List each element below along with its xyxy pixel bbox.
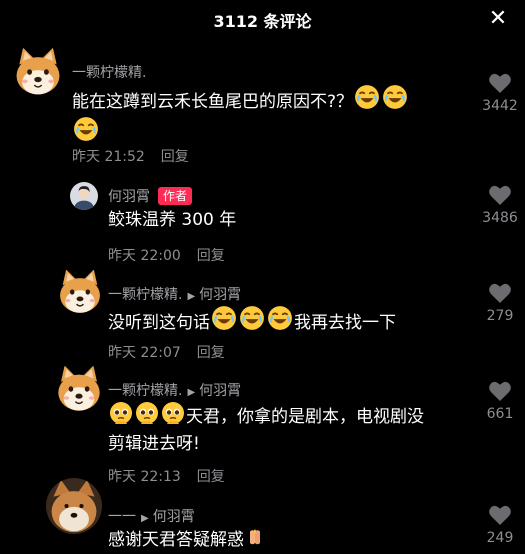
heart-icon [488, 282, 512, 304]
like-count: 3486 [482, 210, 518, 226]
laughing-tears-emoji-icon [354, 84, 380, 110]
like-count: 661 [486, 406, 514, 422]
comment-text: 能在这蹲到云禾长鱼尾巴的原因不?？ [72, 84, 472, 148]
heart-icon [488, 504, 512, 526]
reply-button[interactable]: 回复 [197, 345, 225, 361]
comment-time: 昨天 22:00 [108, 248, 181, 264]
like-count: 249 [486, 530, 514, 546]
comment-username[interactable]: 何羽霄 作者 [108, 186, 193, 206]
reply-button[interactable]: 回复 [197, 248, 225, 264]
comment-meta: 昨天 22:00 回复 [108, 245, 225, 265]
comment-username-text: 一颗柠檬精. [108, 383, 183, 399]
reply-button[interactable]: 回复 [197, 469, 225, 485]
like-button[interactable]: 3486 [475, 184, 525, 226]
comments-header: 3112 条评论 ✕ [0, 0, 525, 44]
bowing-emoji-icon [245, 528, 265, 548]
comment-time: 昨天 22:07 [108, 345, 181, 361]
comment-username-text: 何羽霄 [108, 189, 150, 205]
like-button[interactable]: 249 [475, 504, 525, 546]
heart-icon [488, 72, 512, 94]
comment-text: 感谢天君答疑解惑 [108, 527, 266, 554]
comment-time: 昨天 22:13 [108, 469, 181, 485]
author-badge: 作者 [158, 187, 193, 205]
shiba-dog-avatar[interactable] [10, 44, 66, 100]
comment-meta: 昨天 22:07 回复 [108, 342, 225, 362]
comment-text-content: 没听到这句话 [108, 313, 210, 333]
comment-text-content: 感谢天君答疑解惑 [108, 530, 244, 550]
comment-time: 昨天 21:52 [72, 149, 145, 165]
comment-text-content: 天君，你拿的是剧本，电视剧没 [186, 407, 424, 427]
like-count: 279 [486, 308, 514, 324]
comment-text: 鲛珠温养 300 年 [108, 210, 237, 230]
comment-meta: 昨天 21:52 回复 [72, 146, 189, 166]
comment-username-text: 一一 [108, 509, 136, 525]
reply-to-username[interactable]: 何羽霄 [199, 287, 241, 303]
reply-arrow-icon: ▶ [141, 513, 149, 524]
comment-username[interactable]: 一颗柠檬精. ▶ 何羽霄 [108, 284, 241, 304]
comment-text: 天君，你拿的是剧本，电视剧没剪辑进去呀! [108, 401, 478, 458]
comment-text-content: 剪辑进去呀! [108, 434, 200, 454]
comment-text-content: 能在这蹲到云禾长鱼尾巴的原因不?？ [72, 92, 354, 112]
comment-username[interactable]: 一颗柠檬精. [72, 62, 146, 82]
reply-to-username[interactable]: 何羽霄 [199, 383, 241, 399]
close-icon[interactable]: ✕ [485, 6, 511, 32]
comment-username[interactable]: 一一 ▶ 何羽霄 [108, 506, 195, 526]
pleading-face-emoji-icon [135, 401, 159, 425]
heart-icon [488, 380, 512, 402]
laughing-tears-emoji-icon [211, 305, 237, 331]
comment-text: 没听到这句话 我再去找一下 [108, 305, 396, 337]
comment-username-text: 一颗柠檬精. [108, 287, 183, 303]
like-button[interactable]: 279 [475, 282, 525, 324]
comment-username[interactable]: 一颗柠檬精. ▶ 何羽霄 [108, 380, 241, 400]
laughing-tears-emoji-icon [73, 116, 99, 142]
shiba-dog-avatar[interactable] [52, 362, 106, 416]
comment-text-content: 我再去找一下 [294, 313, 396, 333]
pleading-face-emoji-icon [161, 401, 185, 425]
laughing-tears-emoji-icon [239, 305, 265, 331]
comment-count-title: 3112 条评论 [213, 12, 312, 31]
reply-arrow-icon: ▶ [187, 387, 196, 398]
laughing-tears-emoji-icon [267, 305, 293, 331]
like-button[interactable]: 3442 [475, 72, 525, 114]
pleading-face-emoji-icon [109, 401, 133, 425]
reply-button[interactable]: 回复 [161, 149, 189, 165]
shiba-dog-avatar[interactable] [54, 266, 106, 318]
reply-arrow-icon: ▶ [187, 291, 196, 302]
reply-to-username[interactable]: 何羽霄 [153, 509, 195, 525]
like-button[interactable]: 661 [475, 380, 525, 422]
heart-icon [488, 184, 512, 206]
comment-meta: 昨天 22:13 回复 [108, 466, 225, 486]
laughing-tears-emoji-icon [382, 84, 408, 110]
dog-photo-avatar[interactable] [46, 478, 102, 534]
person-avatar[interactable] [70, 182, 98, 210]
like-count: 3442 [482, 98, 518, 114]
